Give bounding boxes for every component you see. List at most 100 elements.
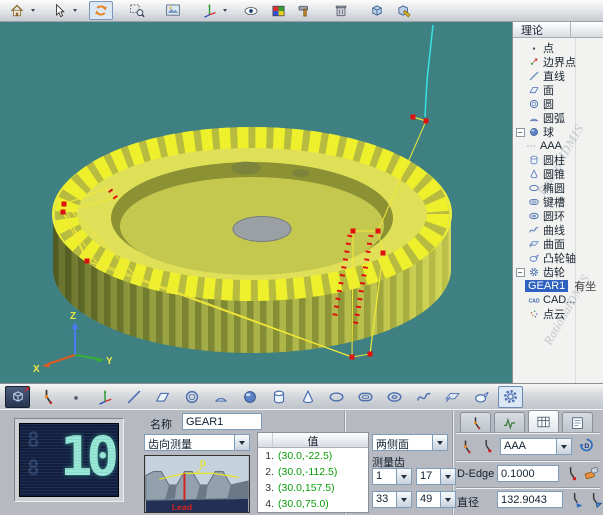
arc-feature-button[interactable] xyxy=(208,386,233,408)
list-item[interactable]: 4.(30.0,75.0) xyxy=(258,496,368,512)
probe-direction-button[interactable] xyxy=(566,490,585,508)
cylinder-feature-button[interactable] xyxy=(266,386,291,408)
probe-pick-button[interactable] xyxy=(477,437,496,455)
probe-button[interactable] xyxy=(34,386,59,408)
snapshot-button[interactable] xyxy=(161,1,185,20)
dropdown-button[interactable] xyxy=(441,491,456,508)
tree-item-gear[interactable]: 齿轮 xyxy=(513,265,603,279)
home-dropdown-caret[interactable] xyxy=(31,9,35,12)
surface-icon xyxy=(528,238,540,250)
measure-value-list[interactable]: 值 1.(30.0,-22.5) 2.(30.0,-112.5) 3.(30.0… xyxy=(257,432,369,513)
cone-feature-button[interactable] xyxy=(295,386,320,408)
home-button[interactable] xyxy=(5,1,29,20)
collapse-icon[interactable] xyxy=(516,128,525,137)
cursor-icon xyxy=(51,3,67,19)
probe-select[interactable]: AAA xyxy=(500,438,572,455)
diameter-label: 直径 xyxy=(457,494,479,510)
plane-feature-button[interactable] xyxy=(150,386,175,408)
lcd-screen: 8 8 10 xyxy=(19,423,119,497)
tree-item-boundary-point[interactable]: 边界点 xyxy=(513,55,603,69)
diameter-input[interactable] xyxy=(497,491,563,508)
tooth-3-spinner[interactable]: 33 xyxy=(372,491,412,508)
tooth-2-spinner[interactable]: 17 xyxy=(416,468,456,485)
tree-item-aaa[interactable]: AAA xyxy=(513,139,603,153)
rotate-view-button[interactable] xyxy=(89,1,113,20)
tree-item-surface[interactable]: 曲面 xyxy=(513,237,603,251)
point-icon xyxy=(528,42,540,54)
list-item[interactable]: 1.(30.0,-22.5) xyxy=(258,448,368,464)
sphere-feature-button[interactable] xyxy=(237,386,262,408)
probe-cone-button[interactable] xyxy=(585,490,603,508)
circle-feature-button[interactable] xyxy=(179,386,204,408)
curve-feature-button[interactable] xyxy=(411,386,436,408)
visibility-button[interactable] xyxy=(239,1,263,20)
tools-button[interactable] xyxy=(293,1,317,20)
probe-select-value: AAA xyxy=(500,438,557,455)
erase-button[interactable] xyxy=(582,464,601,482)
table-tab[interactable] xyxy=(528,410,559,432)
dropdown-button[interactable] xyxy=(235,434,250,451)
cursor-dropdown-caret[interactable] xyxy=(73,9,77,12)
tooth-4-spinner[interactable]: 49 xyxy=(416,491,456,508)
tree-item-line[interactable]: 直线 xyxy=(513,69,603,83)
slot-feature-button[interactable] xyxy=(353,386,378,408)
color-palette-button[interactable] xyxy=(266,1,290,20)
dropdown-button[interactable] xyxy=(397,491,412,508)
tree-item-plane[interactable]: 面 xyxy=(513,83,603,97)
tree-item-ellipse[interactable]: 椭圆 xyxy=(513,181,603,195)
dropdown-button[interactable] xyxy=(557,438,572,455)
report-tab[interactable] xyxy=(562,412,593,432)
tree-item-torus[interactable]: 圆环 xyxy=(513,209,603,223)
graph-tab[interactable] xyxy=(494,412,525,432)
tree-item-point[interactable]: 点 xyxy=(513,41,603,55)
zoom-window-button[interactable] xyxy=(125,1,149,20)
tree-item-circle[interactable]: 圆 xyxy=(513,97,603,111)
camshaft-feature-button[interactable] xyxy=(469,386,494,408)
probe-point-button[interactable] xyxy=(562,464,581,482)
list-item[interactable]: 3.(30.0,157.5) xyxy=(258,480,368,496)
torus-feature-button[interactable] xyxy=(382,386,407,408)
probe-tab[interactable] xyxy=(460,412,491,432)
csys-feature-button[interactable] xyxy=(92,386,117,408)
collapse-icon[interactable] xyxy=(516,268,525,277)
tree-item-cad[interactable]: CAD... xyxy=(513,293,603,307)
tree-item-curve[interactable]: 曲线 xyxy=(513,223,603,237)
delete-button[interactable] xyxy=(329,1,353,20)
tree-item-slot[interactable]: 键槽 xyxy=(513,195,603,209)
dropdown-button[interactable] xyxy=(441,468,456,485)
select-cursor-button[interactable] xyxy=(47,1,71,20)
coordinate-system-button[interactable] xyxy=(197,1,221,20)
tree-item-cone[interactable]: 圆锥 xyxy=(513,167,603,181)
d-edge-input[interactable] xyxy=(497,465,559,482)
solid-edit-button[interactable] xyxy=(392,1,416,20)
dropdown-button[interactable] xyxy=(433,434,448,451)
gear-feature-button[interactable] xyxy=(498,386,523,408)
tree-item-arc[interactable]: 圆弧 xyxy=(513,111,603,125)
measure-mode-select[interactable]: 齿向测量 xyxy=(144,434,250,451)
tree-item-camshaft[interactable]: 凸轮轴 xyxy=(513,251,603,265)
list-item[interactable]: 2.(30.0,-112.5) xyxy=(258,464,368,480)
measured-feature-button[interactable] xyxy=(5,386,30,408)
tooth-1-spinner[interactable]: 1 xyxy=(372,468,412,485)
tree-item-gear1[interactable]: GEAR1有坐 xyxy=(513,279,603,293)
cone-icon xyxy=(528,168,540,180)
csys-dropdown-caret[interactable] xyxy=(223,9,227,12)
flank-select[interactable]: 两侧面 xyxy=(372,434,448,451)
tree-item-cylinder[interactable]: 圆柱 xyxy=(513,153,603,167)
tree-item-sphere[interactable]: 球 xyxy=(513,125,603,139)
dropdown-button[interactable] xyxy=(397,468,412,485)
viewport-3d[interactable]: Z X Y xyxy=(0,22,512,383)
probe-config-button[interactable] xyxy=(456,437,475,455)
ellipse-feature-button[interactable] xyxy=(324,386,349,408)
camshaft-icon xyxy=(472,388,491,406)
preview-lead-label: Lead xyxy=(172,502,192,512)
feature-name-input[interactable] xyxy=(182,413,262,430)
tree-item-pointcloud[interactable]: 点云 xyxy=(513,307,603,321)
line-feature-button[interactable] xyxy=(121,386,146,408)
solid-select-button[interactable] xyxy=(365,1,389,20)
surface-feature-button[interactable] xyxy=(440,386,465,408)
rotate-d-button[interactable] xyxy=(577,436,596,454)
waveform-icon xyxy=(501,415,518,431)
tree-header[interactable]: 理论 xyxy=(513,22,603,38)
point-feature-button[interactable] xyxy=(63,386,88,408)
